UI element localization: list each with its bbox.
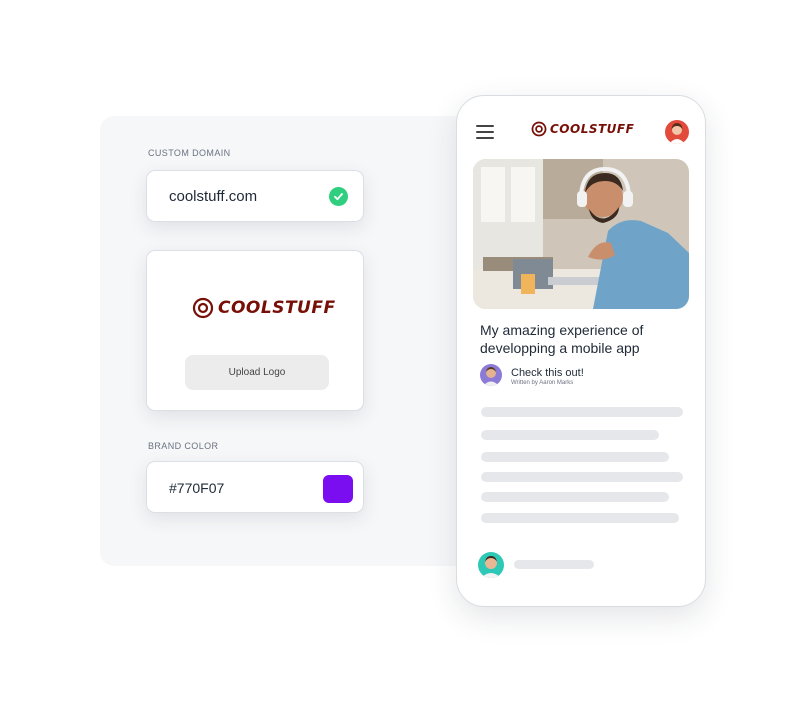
brand-color-input-card[interactable]: #770F07 (146, 461, 364, 513)
skeleton-line (481, 452, 669, 462)
skeleton-line (481, 407, 683, 417)
logo-card: COOLSTUFF Upload Logo (146, 250, 364, 411)
menu-icon[interactable] (476, 125, 494, 139)
logo-ring-icon (531, 121, 547, 137)
skeleton-comment (514, 560, 594, 569)
post-hero-image (473, 159, 689, 309)
domain-input-card[interactable]: coolstuff.com (146, 170, 364, 222)
user-avatar[interactable] (665, 120, 689, 144)
author-headline: Check this out! (511, 367, 584, 379)
skeleton-line (481, 472, 683, 482)
domain-value: coolstuff.com (169, 188, 258, 205)
brand-color-value: #770F07 (169, 480, 225, 496)
post-title: My amazing experience of developping a m… (480, 322, 644, 356)
commenter-avatar (478, 552, 504, 578)
skeleton-line (481, 513, 679, 523)
check-circle-icon (329, 187, 348, 206)
brand-logo: COOLSTUFF (192, 297, 336, 319)
skeleton-line (481, 430, 659, 440)
logo-ring-icon (192, 297, 214, 319)
color-swatch[interactable] (323, 475, 353, 503)
phone-logo-text: COOLSTUFF (550, 122, 635, 136)
author-byline: Written by Aaron Marks (511, 380, 574, 386)
skeleton-line (481, 492, 669, 502)
phone-brand-logo: COOLSTUFF (531, 121, 634, 137)
upload-logo-button[interactable]: Upload Logo (185, 355, 329, 390)
custom-domain-label: CUSTOM DOMAIN (148, 148, 231, 158)
phone-preview: COOLSTUFF My amazing experience of devel… (456, 95, 706, 607)
brand-color-label: BRAND COLOR (148, 441, 219, 451)
author-avatar (480, 364, 502, 386)
logo-text: COOLSTUFF (218, 298, 336, 318)
